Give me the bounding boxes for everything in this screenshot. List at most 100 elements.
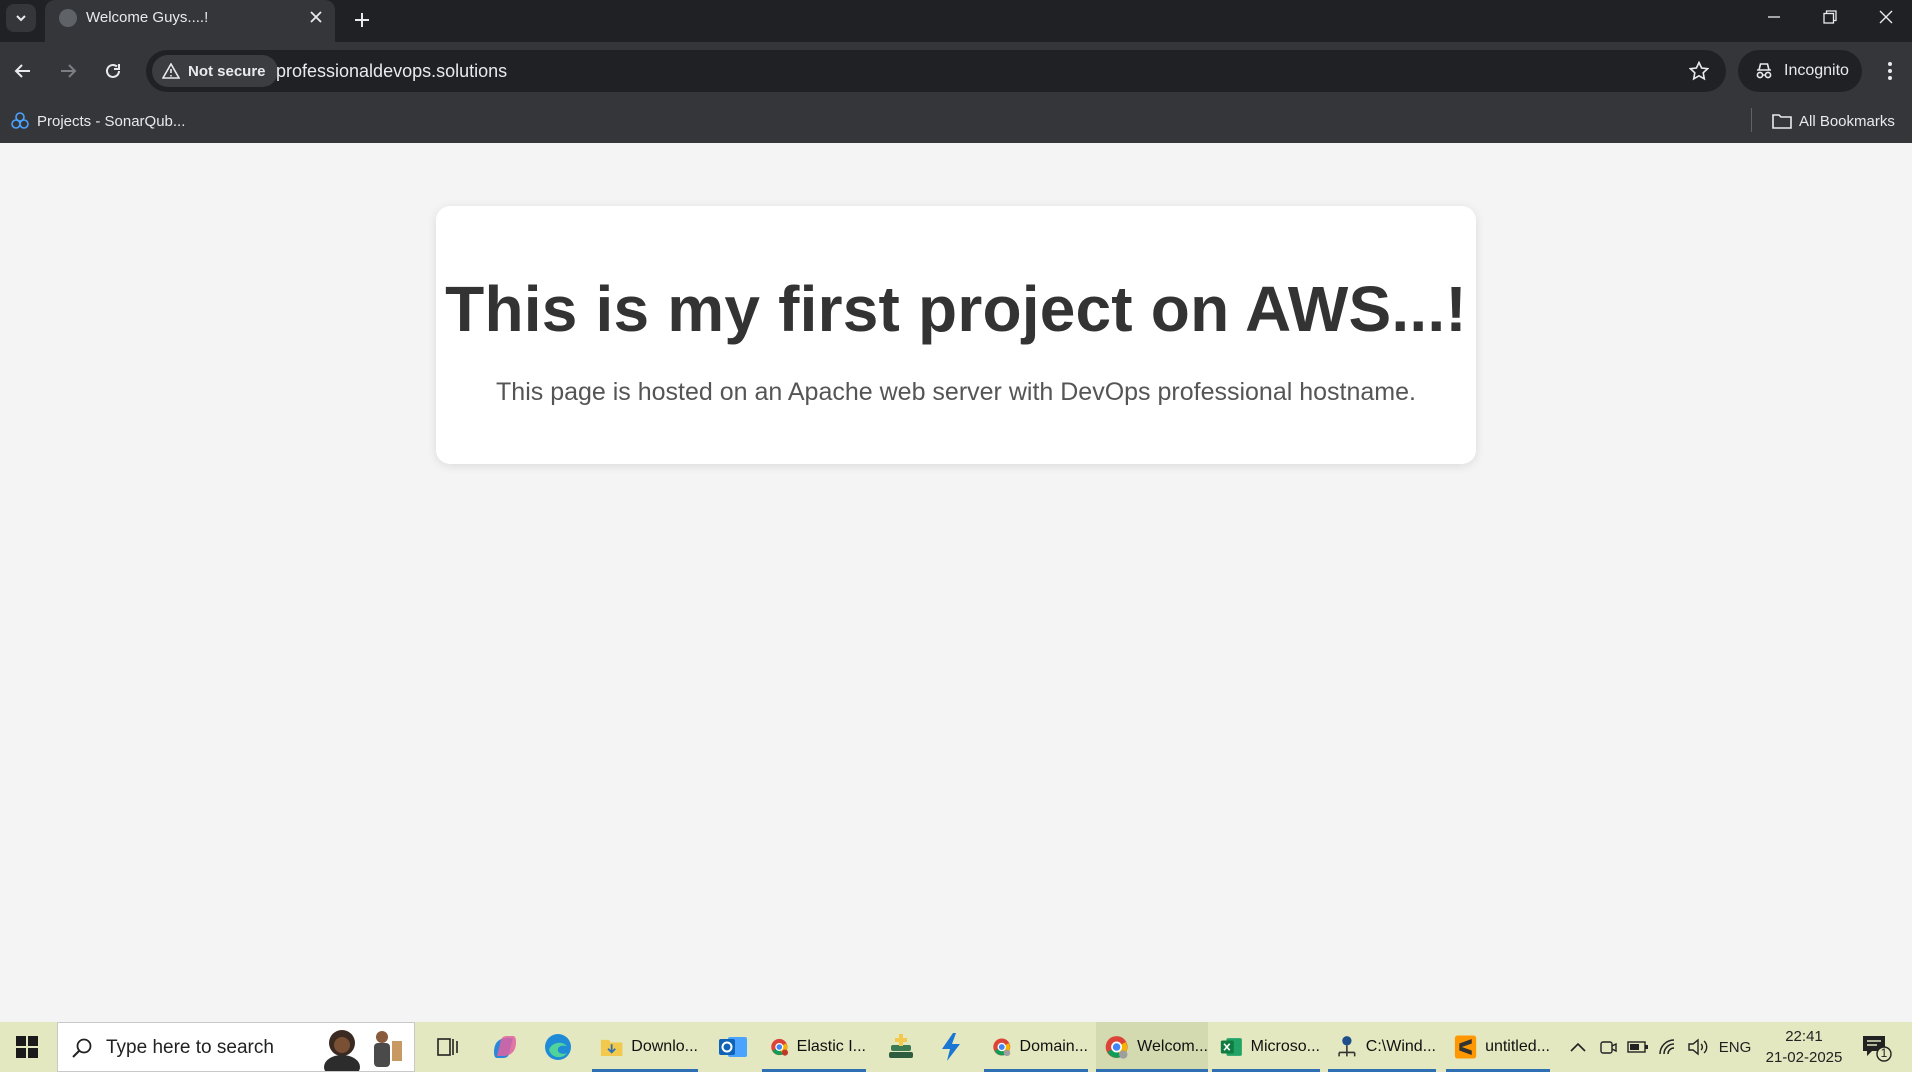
taskbar-item-label: Domain... <box>1019 1038 1088 1055</box>
close-window-button[interactable] <box>1858 0 1912 34</box>
taskbar-search-box[interactable]: Type here to search <box>57 1022 415 1072</box>
notification-count: 1 <box>1880 1046 1888 1060</box>
task-view-icon <box>437 1038 458 1056</box>
content-card: This is my first project on AWS...! This… <box>436 206 1476 464</box>
taskbar-item-label: Welcom... <box>1137 1038 1208 1055</box>
chevron-down-icon <box>16 15 26 22</box>
all-bookmarks-label: All Bookmarks <box>1799 112 1895 130</box>
incognito-label: Incognito <box>1784 62 1849 79</box>
restore-icon <box>1823 10 1837 24</box>
taskbar-item-elastic[interactable]: Elastic I... <box>762 1022 866 1072</box>
search-icon <box>72 1038 92 1058</box>
chevron-up-icon <box>1570 1042 1586 1052</box>
language-label: ENG <box>1718 1038 1752 1056</box>
taskbar-item-downloads[interactable]: Downlo... <box>592 1022 698 1072</box>
taskbar-item-label: Downlo... <box>631 1038 698 1055</box>
chrome-icon <box>771 1038 789 1056</box>
forward-button[interactable] <box>49 52 87 90</box>
security-label: Not secure <box>188 62 266 80</box>
clock-time: 22:41 <box>1785 1028 1823 1045</box>
taskbar-item-welcome[interactable]: Welcom... <box>1096 1022 1208 1072</box>
folder-icon <box>600 1039 623 1056</box>
close-icon <box>310 11 322 23</box>
minimize-button[interactable] <box>1746 0 1802 34</box>
bookmarks-bar: Projects - SonarQub... All Bookmarks <box>0 100 1912 143</box>
globe-icon <box>59 9 77 27</box>
bookmark-star-button[interactable] <box>1684 56 1714 86</box>
notification-center-button[interactable]: 1 <box>1860 1032 1892 1062</box>
stack-app-icon <box>889 1034 913 1058</box>
taskbar-item-excel[interactable]: Microso... <box>1212 1022 1320 1072</box>
start-button[interactable] <box>0 1022 54 1072</box>
back-button[interactable] <box>4 52 42 90</box>
lightning-icon <box>942 1033 960 1061</box>
outlook-icon <box>719 1037 747 1057</box>
bookmarks-divider <box>1751 108 1752 132</box>
edge-icon <box>545 1034 571 1060</box>
taskbar-item-cmd[interactable]: C:\Wind... <box>1328 1022 1436 1072</box>
incognito-chip[interactable]: Incognito <box>1738 50 1862 92</box>
meet-button[interactable] <box>1594 1022 1622 1072</box>
browser-menu-button[interactable] <box>1872 52 1908 90</box>
all-bookmarks-button[interactable]: All Bookmarks <box>1772 108 1895 134</box>
taskbar-item-label: untitled... <box>1485 1038 1550 1055</box>
power-automate-button[interactable] <box>930 1022 964 1072</box>
edge-button[interactable] <box>535 1022 573 1072</box>
tab-search-button[interactable] <box>6 4 36 32</box>
address-bar[interactable]: Not secure professionaldevops.solutions <box>146 50 1726 92</box>
restore-button[interactable] <box>1802 0 1858 34</box>
app-launcher-button[interactable] <box>878 1022 916 1072</box>
close-icon <box>1879 10 1893 24</box>
new-tab-button[interactable] <box>348 6 376 34</box>
bookmark-item[interactable]: Projects - SonarQub... <box>10 108 185 134</box>
show-hidden-icons-button[interactable] <box>1564 1022 1592 1072</box>
search-highlight-illustration <box>324 1030 402 1071</box>
security-chip[interactable]: Not secure <box>152 55 278 87</box>
outlook-button[interactable] <box>710 1022 748 1072</box>
minimize-icon <box>1768 16 1780 18</box>
wifi-button[interactable] <box>1654 1022 1682 1072</box>
camera-icon <box>1600 1041 1617 1054</box>
sublime-icon <box>1454 1035 1477 1059</box>
arrow-left-icon <box>14 64 30 78</box>
bookmark-label: Projects - SonarQub... <box>37 112 186 130</box>
copilot-button[interactable] <box>482 1022 520 1072</box>
task-view-button[interactable] <box>428 1022 460 1072</box>
sonarqube-icon <box>11 112 29 129</box>
excel-icon <box>1220 1038 1242 1056</box>
chrome-icon <box>993 1038 1011 1057</box>
reload-icon <box>106 63 120 78</box>
taskbar-item-label: C:\Wind... <box>1365 1038 1436 1055</box>
taskbar-item-label: Microso... <box>1250 1038 1320 1055</box>
tab-title: Welcome Guys....! <box>86 9 209 26</box>
taskbar-item-sublime[interactable]: untitled... <box>1446 1022 1550 1072</box>
url-text[interactable]: professionaldevops.solutions <box>276 61 507 82</box>
taskbar-item-domain[interactable]: Domain... <box>984 1022 1088 1072</box>
reload-button[interactable] <box>94 52 132 90</box>
plus-icon <box>355 13 369 27</box>
star-icon <box>1689 61 1709 81</box>
close-tab-button[interactable] <box>305 6 327 28</box>
page-heading: This is my first project on AWS...! <box>445 273 1467 345</box>
windows-icon <box>16 1036 38 1058</box>
page-description: This page is hosted on an Apache web ser… <box>496 378 1416 406</box>
web-page: This is my first project on AWS...! This… <box>0 143 1912 1022</box>
language-indicator[interactable]: ENG <box>1714 1022 1756 1072</box>
clock[interactable]: 22:41 21-02-2025 <box>1762 1026 1846 1068</box>
kebab-menu-icon <box>1888 62 1892 80</box>
folder-icon <box>1772 114 1792 129</box>
battery-button[interactable] <box>1624 1022 1652 1072</box>
network-icon <box>1338 1036 1356 1057</box>
warning-icon <box>162 63 180 79</box>
volume-icon <box>1688 1038 1708 1056</box>
volume-button[interactable] <box>1684 1022 1712 1072</box>
browser-toolbar: Not secure professionaldevops.solutions … <box>0 42 1912 100</box>
copilot-icon <box>494 1036 516 1058</box>
wifi-icon <box>1659 1039 1675 1055</box>
battery-icon <box>1627 1041 1648 1053</box>
arrow-right-icon <box>61 64 77 78</box>
clock-date: 21-02-2025 <box>1765 1049 1843 1066</box>
taskbar: Type here to search Downlo... Elastic I.… <box>0 1022 1912 1072</box>
active-tab[interactable]: Welcome Guys....! <box>45 0 335 42</box>
taskbar-item-label: Elastic I... <box>796 1038 866 1055</box>
